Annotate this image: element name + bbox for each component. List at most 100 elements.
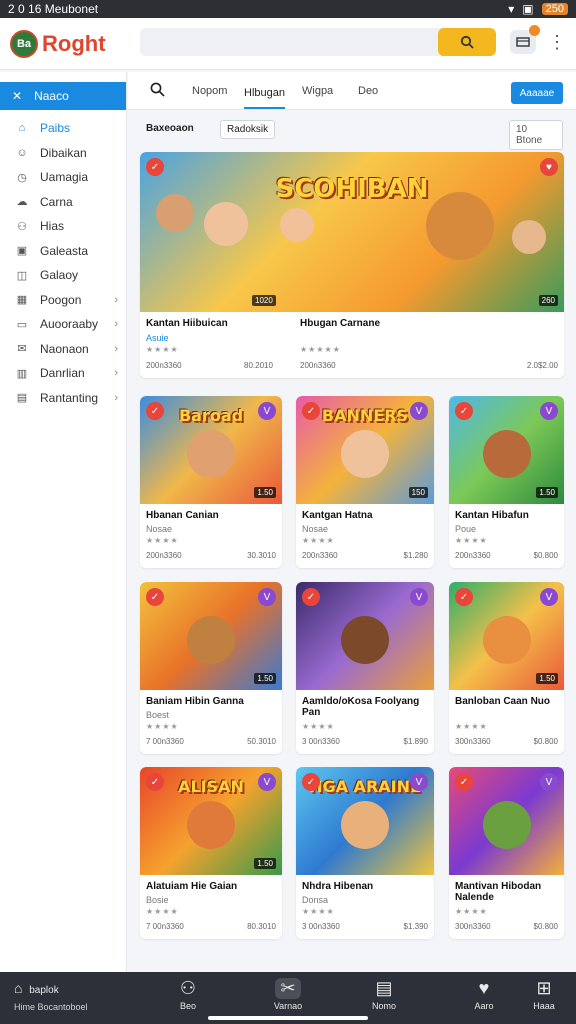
sort-dropdown[interactable]: 10 Btone xyxy=(509,120,563,150)
sidebar-item-6[interactable]: ◫ Galaoy xyxy=(0,263,126,288)
filter-chip[interactable]: Radoksik xyxy=(220,120,276,139)
favorite-icon[interactable]: ♥ xyxy=(540,158,558,176)
tab-3[interactable]: Wigpa xyxy=(302,85,333,97)
featured-sub: Asuie xyxy=(146,333,169,343)
game-name: Baniam Hibin Ganna xyxy=(146,696,244,707)
sidebar-item-10[interactable]: ▥ Danrlian › xyxy=(0,361,126,386)
tabs-search-icon[interactable] xyxy=(150,82,165,102)
search-button[interactable] xyxy=(438,28,496,56)
game-name: Aamldo/oKosa Foolyang Pan xyxy=(302,696,420,718)
favorite-icon[interactable]: V xyxy=(540,588,558,606)
game-rating: ★★★★ xyxy=(302,907,335,916)
character-art xyxy=(341,616,389,664)
sidebar-item-label: Hias xyxy=(40,219,65,234)
favorite-icon[interactable]: V xyxy=(410,773,428,791)
tab-4[interactable]: Deo xyxy=(358,85,378,97)
logo-badge[interactable]: Ba xyxy=(10,29,38,58)
sidebar-item-label: Carna xyxy=(40,194,73,209)
bottom-nav-item-3[interactable]: ▤ Nomo xyxy=(354,978,414,1011)
game-name: Kantan Hibafun xyxy=(455,510,529,521)
app-logo[interactable]: Roght xyxy=(42,31,106,57)
tab-1[interactable]: Nopom xyxy=(192,85,227,97)
chevron-right-icon: › xyxy=(114,342,118,355)
status-carrier: Meubonet xyxy=(44,2,99,16)
tab-2[interactable]: Hlbugan xyxy=(244,87,285,109)
sidebar-item-7[interactable]: ▦ Poogon › xyxy=(0,288,126,313)
game-card[interactable]: HGA ARAINE ✓ V Nhdra Hibenan Donsa ★★★★ 3 00n3… xyxy=(296,767,434,939)
game-card[interactable]: BANNERS ✓ V 150 Kantgan Hatna Nosae ★★★★ 200n33… xyxy=(296,396,434,568)
game-card[interactable]: ✓ V 1.50 Banloban Caan Nuo ★★★★ 300n3360 $0.80… xyxy=(449,582,564,754)
character-art xyxy=(187,430,235,478)
wifi-icon: ▾ xyxy=(508,2,515,16)
cart-icon xyxy=(516,37,530,47)
game-thumbnail: ✓ V xyxy=(296,582,434,690)
game-thumbnail: Baroad ✓ V 1.50 xyxy=(140,396,282,504)
game-name: Alatuiam Hie Gaian xyxy=(146,881,238,892)
game-card[interactable]: ✓ V Aamldo/oKosa Foolyang Pan ★★★★ 3 00n3360… xyxy=(296,582,434,754)
game-rating: ★★★★ xyxy=(302,722,335,731)
sidebar-item-label: Auooraaby xyxy=(40,317,99,332)
favorite-icon[interactable]: V xyxy=(258,773,276,791)
game-subtitle: Poue xyxy=(455,524,477,534)
sidebar-item-1[interactable]: ☺ Dibaikan xyxy=(0,141,126,166)
favorite-icon[interactable]: V xyxy=(540,773,558,791)
bottom-nav-home[interactable]: ⌂ baplok xyxy=(14,980,59,996)
sidebar-item-label: Poogon xyxy=(40,292,82,307)
bottom-nav-item-1[interactable]: ⚇ Beo xyxy=(158,978,218,1011)
bottom-nav-label: Nomo xyxy=(371,1001,396,1011)
featured-thumbnail: SCOHIBAN ✓ ♥ 1020 260 xyxy=(140,152,564,312)
battery-icon: 250 xyxy=(541,3,568,15)
list-icon: ▤ xyxy=(375,978,393,998)
sidebar-active-label: Naaco xyxy=(34,89,69,103)
mail-icon: ✉ xyxy=(17,343,27,356)
grid-icon: ▦ xyxy=(16,294,28,307)
chevron-right-icon: › xyxy=(114,391,118,404)
game-meta: 3 00n3360 xyxy=(302,737,340,746)
sidebar: ✕ Naaco ⌂ Paibs ☺ Dibaikan ◷ Uamagia ☁ Carna ⚇ Hi… xyxy=(0,72,127,972)
featured-card[interactable]: SCOHIBAN ✓ ♥ 1020 260 Kantan Hiibuican A… xyxy=(140,152,564,378)
game-card[interactable]: ALISAN ✓ V 1.50 Alatuiam Hie Gaian Bosie ★★★★ 7… xyxy=(140,767,282,939)
game-thumbnail: ✓ V 1.50 xyxy=(449,582,564,690)
game-subtitle: Donsa xyxy=(302,895,329,905)
sidebar-item-11[interactable]: ▤ Rantanting › xyxy=(0,386,126,411)
verified-icon: ✓ xyxy=(455,402,473,420)
favorite-icon[interactable]: V xyxy=(410,402,428,420)
game-thumbnail: ✓ V xyxy=(449,767,564,875)
favorite-icon[interactable]: V xyxy=(540,402,558,420)
favorite-icon[interactable]: V xyxy=(258,588,276,606)
sidebar-item-5[interactable]: ▣ Galeasta xyxy=(0,239,126,264)
game-rating: ★★★★ xyxy=(455,536,488,545)
sidebar-item-3[interactable]: ☁ Carna xyxy=(0,190,126,215)
game-meta: 300n3360 xyxy=(455,737,491,746)
tabs-action-button[interactable]: Aaaaae xyxy=(511,82,563,104)
notification-icon: ▣ xyxy=(522,2,534,16)
featured-meta: 200n3360 xyxy=(146,361,182,370)
sidebar-item-8[interactable]: ▭ Auooraaby › xyxy=(0,312,126,337)
game-card[interactable]: ✓ V 1.50 Baniam Hibin Ganna Boest ★★★★ 7 00n33… xyxy=(140,582,282,754)
game-tag: 1.50 xyxy=(254,673,276,684)
cart-button[interactable] xyxy=(510,25,540,54)
sidebar-item-9[interactable]: ✉ Naonaon › xyxy=(0,337,126,362)
verified-icon: ✓ xyxy=(455,588,473,606)
favorite-icon[interactable]: V xyxy=(258,402,276,420)
favorite-icon[interactable]: V xyxy=(410,588,428,606)
sidebar-item-2[interactable]: ◷ Uamagia xyxy=(0,165,126,190)
sidebar-item-4[interactable]: ⚇ Hias xyxy=(0,214,126,239)
game-rating: ★★★★ xyxy=(146,907,179,916)
game-card[interactable]: Baroad ✓ V 1.50 Hbanan Canian Nosae ★★★★ 200n33… xyxy=(140,396,282,568)
game-rating: ★★★★ xyxy=(146,722,179,731)
game-card[interactable]: ✓ V 1.50 Kantan Hibafun Poue ★★★★ 200n3360 $0.8… xyxy=(449,396,564,568)
sidebar-item-0[interactable]: ⌂ Paibs xyxy=(0,116,126,141)
game-card[interactable]: ✓ V Mantivan Hibodan Nalende ★★★★ 300n3360 $0… xyxy=(449,767,564,939)
game-subtitle: Boest xyxy=(146,710,170,720)
bottom-nav-item-2[interactable]: ✂ Varnao xyxy=(258,978,318,1011)
bottom-nav-item-5[interactable]: ⊞ Haaa xyxy=(514,978,574,1011)
game-thumbnail: ✓ V 1.50 xyxy=(140,582,282,690)
chart-icon: ▥ xyxy=(16,367,28,380)
search-input[interactable] xyxy=(140,28,496,56)
sidebar-item-active[interactable]: ✕ Naaco xyxy=(0,82,126,110)
game-meta: 300n3360 xyxy=(455,922,491,931)
controller-icon: ✂ xyxy=(275,978,301,999)
more-icon[interactable]: ⋮ xyxy=(548,32,566,53)
bottom-nav-item-4[interactable]: ♥ Aaro xyxy=(454,978,514,1011)
